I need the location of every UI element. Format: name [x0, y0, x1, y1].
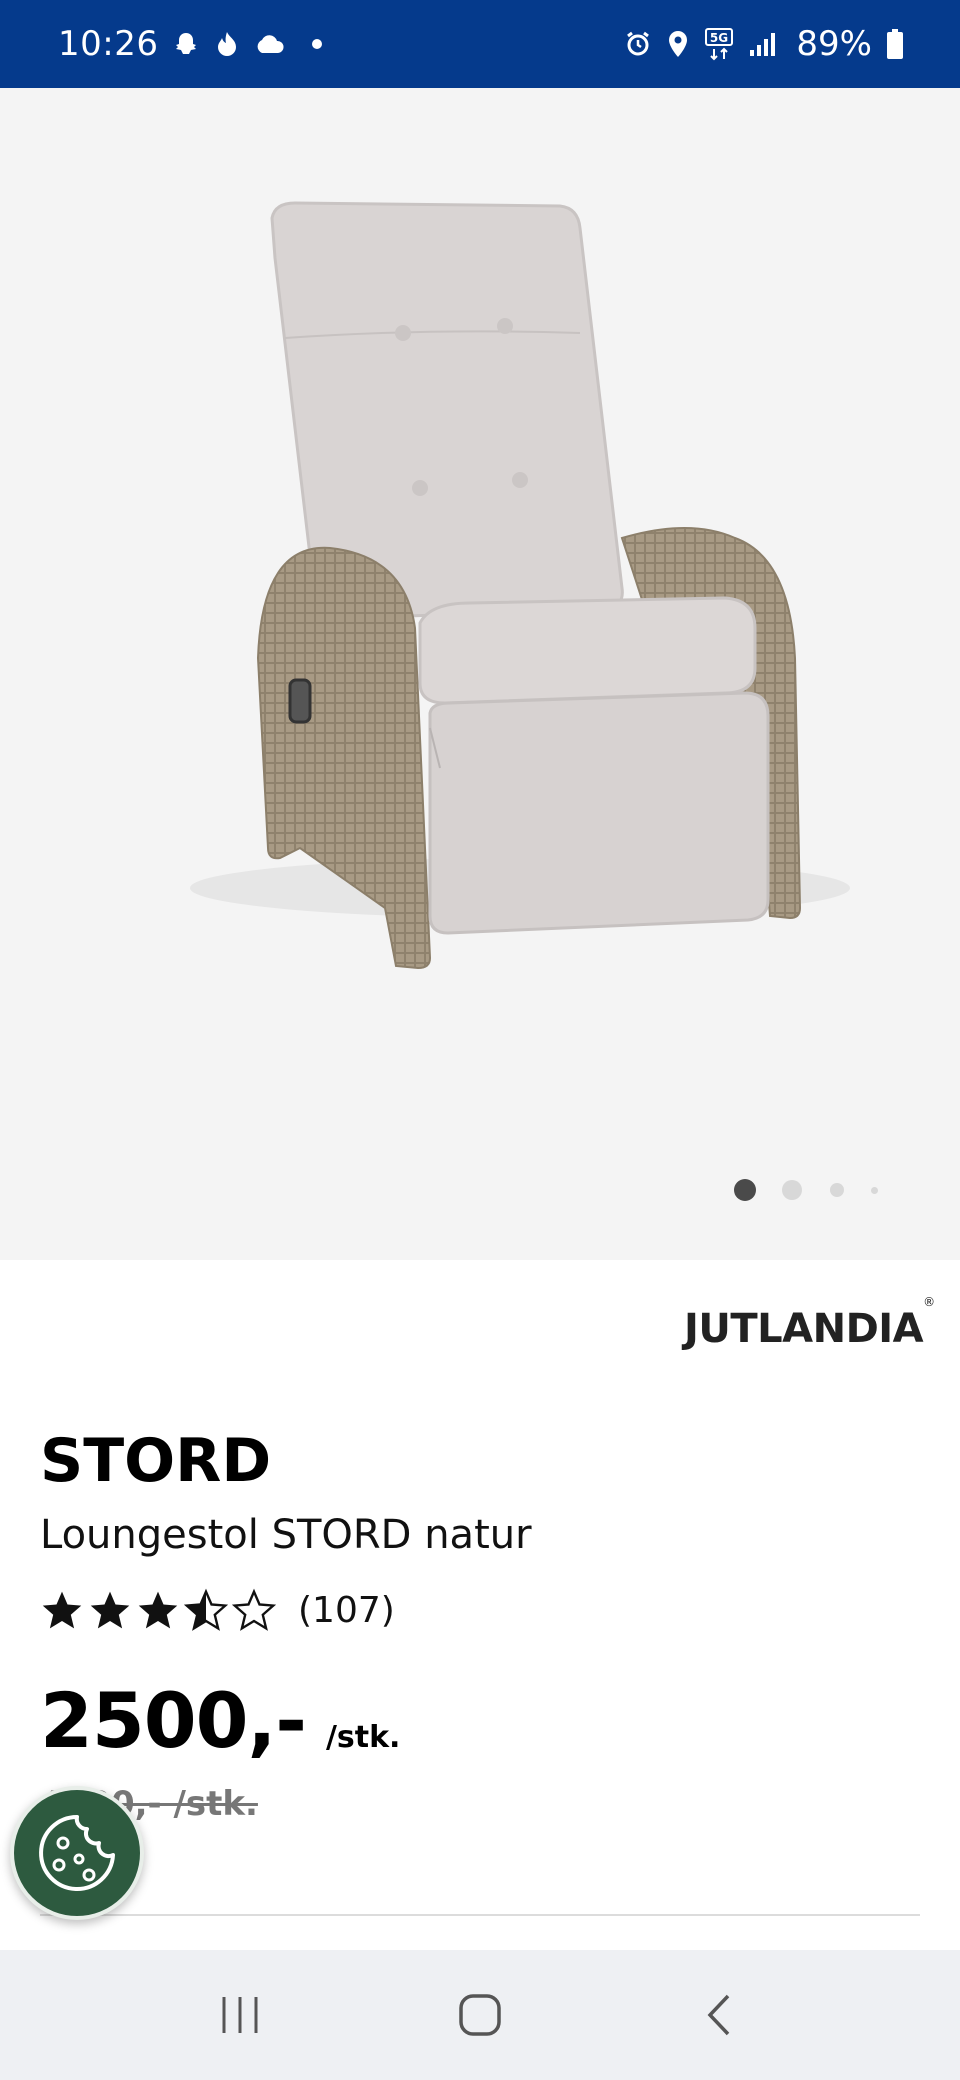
- product-rating[interactable]: (107): [40, 1588, 395, 1632]
- signal-icon: [748, 30, 778, 58]
- back-icon: [707, 1994, 730, 2036]
- section-divider: [40, 1914, 920, 1916]
- price-block: 2500,- /stk.: [40, 1676, 400, 1765]
- status-right: 5G 89%: [624, 24, 904, 64]
- star-half-icon: [184, 1588, 228, 1631]
- cookie-settings-button[interactable]: [10, 1786, 144, 1920]
- back-button[interactable]: [675, 1970, 765, 2060]
- carousel-dot-2[interactable]: [782, 1180, 802, 1200]
- svg-text:5G: 5G: [710, 31, 728, 45]
- star-full-icon: [42, 1591, 82, 1629]
- home-button[interactable]: [435, 1970, 525, 2060]
- star-full-icon: [90, 1591, 130, 1629]
- notification-dot-icon: [312, 39, 323, 49]
- 5g-icon: 5G: [704, 27, 734, 61]
- brand-name: JUTLANDIA: [684, 1306, 924, 1352]
- status-bar: 10:26 5G 89%: [0, 0, 960, 88]
- product-subtitle: Loungestol STORD natur: [40, 1512, 532, 1558]
- recent-apps-icon: [222, 1997, 258, 2033]
- home-icon: [459, 1994, 501, 2036]
- brand-registered-mark: ®: [923, 1294, 935, 1309]
- product-image-carousel[interactable]: [0, 88, 960, 1260]
- carousel-dot-4[interactable]: [871, 1187, 878, 1194]
- carousel-dot-1[interactable]: [734, 1179, 756, 1201]
- star-full-icon: [138, 1591, 178, 1629]
- product-image: [190, 201, 850, 970]
- cookie-icon: [39, 1815, 115, 1891]
- product-title: STORD: [40, 1426, 272, 1496]
- status-left: 10:26: [58, 24, 323, 64]
- review-count[interactable]: (107): [298, 1590, 395, 1631]
- alarm-icon: [624, 30, 652, 58]
- carousel-indicator[interactable]: [720, 1168, 900, 1228]
- status-time: 10:26: [58, 24, 159, 64]
- fire-icon: [214, 30, 240, 58]
- price-unit: /stk.: [325, 1720, 401, 1755]
- cloud-icon: [254, 33, 286, 55]
- carousel-dot-3[interactable]: [830, 1183, 844, 1197]
- recent-apps-button[interactable]: [195, 1970, 285, 2060]
- current-price: 2500,-: [40, 1676, 307, 1765]
- brand-logo[interactable]: JUTLANDIA®: [684, 1295, 935, 1366]
- system-navigation-bar: [0, 1950, 960, 2080]
- battery-icon: [886, 28, 904, 60]
- battery-percent: 89%: [796, 24, 872, 64]
- snapchat-icon: [172, 30, 200, 58]
- star-empty-icon: [232, 1588, 276, 1631]
- location-icon: [666, 29, 690, 59]
